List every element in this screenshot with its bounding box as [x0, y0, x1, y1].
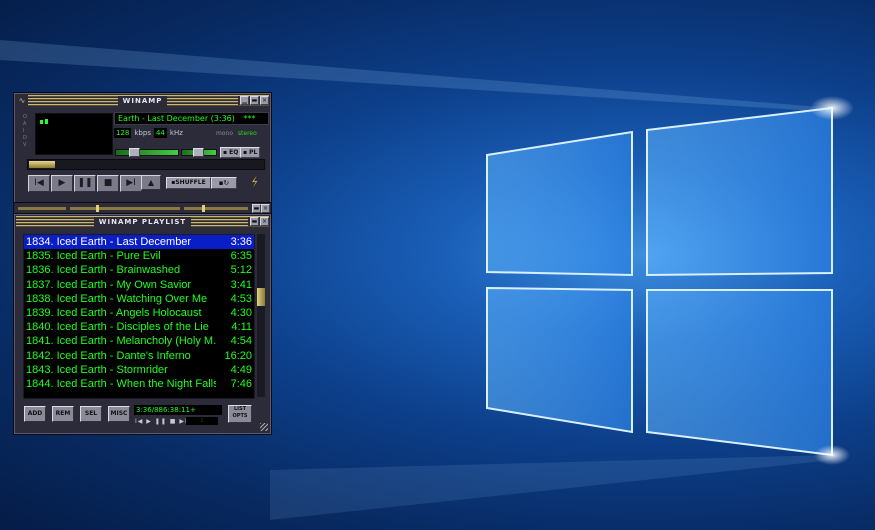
stereo-label: stereo	[237, 130, 257, 137]
channel-indicator: mono stereo	[216, 130, 257, 137]
playlist-row[interactable]: 1840. Iced Earth - Disciples of the Lie 4…	[24, 320, 254, 334]
playlist-time-info: 3:36/886:38:11+	[134, 405, 222, 415]
track-title: 1842. Iced Earth - Dante's Inferno	[26, 349, 191, 362]
close-icon[interactable]: ×	[260, 96, 269, 105]
seek-knob[interactable]	[29, 161, 55, 168]
window-buttons: ▁ ▬ ×	[238, 96, 269, 105]
kbps-value: 128	[114, 128, 132, 138]
playlist-titlebar[interactable]: WINAMP PLAYLIST ▬ ×	[16, 216, 269, 227]
eject-icon[interactable]: ▲	[141, 175, 161, 190]
track-duration: 4:54	[230, 335, 252, 348]
playlist-row[interactable]: 1839. Iced Earth - Angels Holocaust 4:30	[24, 306, 254, 320]
stop-icon[interactable]: ■	[97, 175, 119, 192]
winamp-main-window[interactable]: ∿ WINAMP ▁ ▬ × OAIDV Earth - Last Decemb…	[13, 92, 272, 204]
shade-icon[interactable]: ▬	[250, 96, 259, 105]
vis-bar	[40, 120, 43, 124]
mono-label: mono	[216, 130, 233, 137]
track-title: 1841. Iced Earth - Melancholy (Holy M...	[26, 335, 216, 348]
pause-icon[interactable]: ❚❚	[74, 175, 96, 192]
track-title: 1835. Iced Earth - Pure Evil	[26, 250, 161, 263]
pl-toggle[interactable]: ▪ PL	[240, 147, 261, 158]
next-icon[interactable]: ▶I	[120, 175, 142, 192]
playlist-row[interactable]: 1838. Iced Earth - Watching Over Me 4:53	[24, 292, 254, 306]
eq-toggle[interactable]: ▪ EQ	[220, 147, 242, 158]
transport-controls: I◀ ▶ ❚❚ ■ ▶I	[28, 175, 142, 192]
track-title: 1838. Iced Earth - Watching Over Me	[26, 292, 208, 305]
track-title: 1843. Iced Earth - Stormrider	[26, 363, 168, 376]
eq-volume-knob[interactable]	[96, 205, 99, 212]
playlist-close-icon[interactable]: ×	[260, 217, 269, 226]
track-duration: 5:12	[230, 264, 252, 277]
track-duration: 6:35	[230, 250, 252, 263]
vis-bar	[45, 119, 48, 124]
play-icon[interactable]: ▶	[51, 175, 73, 192]
main-title: WINAMP	[117, 95, 168, 106]
volume-knob[interactable]	[129, 148, 140, 157]
select-button[interactable]: SEL	[80, 406, 102, 422]
track-duration: 7:46	[230, 377, 252, 390]
playlist-row[interactable]: 1843. Iced Earth - Stormrider 4:49	[24, 363, 254, 377]
playlist-row[interactable]: 1836. Iced Earth - Brainwashed 5:12	[24, 263, 254, 277]
playlist-row[interactable]: 1835. Iced Earth - Pure Evil 6:35	[24, 249, 254, 263]
eq-close-icon[interactable]: ×	[261, 204, 270, 213]
balance-slider[interactable]	[181, 148, 217, 157]
track-title: 1839. Iced Earth - Angels Holocaust	[26, 306, 202, 319]
clutterbar[interactable]: OAIDV	[23, 114, 31, 152]
eq-balance-knob[interactable]	[202, 205, 205, 212]
song-title-display[interactable]: Earth - Last December (3:36) ***	[114, 112, 269, 125]
playlist-row[interactable]: 1837. Iced Earth - My Own Savior 3:41	[24, 278, 254, 292]
khz-label: kHz	[169, 129, 183, 137]
track-title: 1834. Iced Earth - Last December	[26, 236, 192, 248]
track-title: 1837. Iced Earth - My Own Savior	[26, 278, 192, 291]
volume-slider[interactable]	[115, 148, 179, 157]
playlist-list[interactable]: 1834. Iced Earth - Last December 3:36 1835…	[23, 234, 255, 399]
track-title: 1836. Iced Earth - Brainwashed	[26, 264, 181, 277]
winamp-logo-icon[interactable]: ⚡	[246, 173, 264, 191]
track-duration: 4:49	[230, 363, 252, 376]
kbps-label: kbps	[134, 129, 151, 137]
playlist-row[interactable]: 1834. Iced Earth - Last December 3:36	[24, 235, 254, 250]
eq-shade-icon[interactable]: ▬	[252, 204, 261, 213]
song-title: Earth - Last December (3:36)	[118, 114, 235, 123]
playlist-scroll-thumb[interactable]	[257, 288, 265, 306]
playlist-shade-icon[interactable]: ▬	[250, 217, 259, 226]
resize-grip[interactable]	[260, 423, 268, 431]
playlist-title: WINAMP PLAYLIST	[93, 216, 192, 227]
track-duration: 3:41	[230, 278, 252, 291]
track-duration: 4:30	[230, 306, 252, 319]
previous-icon[interactable]: I◀	[28, 175, 50, 192]
playlist-row[interactable]: 1841. Iced Earth - Melancholy (Holy M...…	[24, 334, 254, 348]
mini-time-display: :	[186, 417, 218, 425]
misc-button[interactable]: MISC	[108, 406, 130, 422]
track-duration: 4:11	[231, 321, 252, 334]
add-button[interactable]: ADD	[24, 406, 46, 422]
track-duration: 3:36	[230, 236, 252, 248]
main-titlebar[interactable]: ∿ WINAMP ▁ ▬ ×	[16, 95, 269, 106]
playlist-row[interactable]: 1842. Iced Earth - Dante's Inferno 16:20	[24, 349, 254, 363]
track-title: 1840. Iced Earth - Disciples of the Lie	[26, 321, 209, 334]
visualizer[interactable]	[35, 113, 113, 155]
seek-bar[interactable]	[27, 159, 265, 170]
playlist-row[interactable]: 1844. Iced Earth - When the Night Falls 7…	[24, 377, 254, 391]
remove-button[interactable]: REM	[52, 406, 74, 422]
khz-value: 44	[153, 128, 167, 138]
minimize-icon[interactable]: ▁	[240, 96, 249, 105]
track-duration: 4:53	[230, 292, 252, 305]
playlist-window[interactable]: WINAMP PLAYLIST ▬ × 1834. Iced Earth - L…	[13, 213, 272, 435]
playlist-scrollbar[interactable]	[257, 234, 265, 397]
list-options-button[interactable]: LIST OPTS	[228, 405, 252, 423]
menu-icon[interactable]: ∿	[16, 95, 28, 106]
repeat-icon[interactable]: ▪↻	[211, 177, 237, 189]
bitrate-info: 128 kbps 44 kHz	[114, 128, 183, 138]
song-scroll: ***	[243, 114, 256, 123]
shuffle-button[interactable]: ▪SHUFFLE	[166, 177, 211, 189]
balance-knob[interactable]	[193, 148, 204, 157]
track-duration: 16:20	[224, 349, 252, 362]
track-title: 1844. Iced Earth - When the Night Falls	[26, 377, 216, 390]
